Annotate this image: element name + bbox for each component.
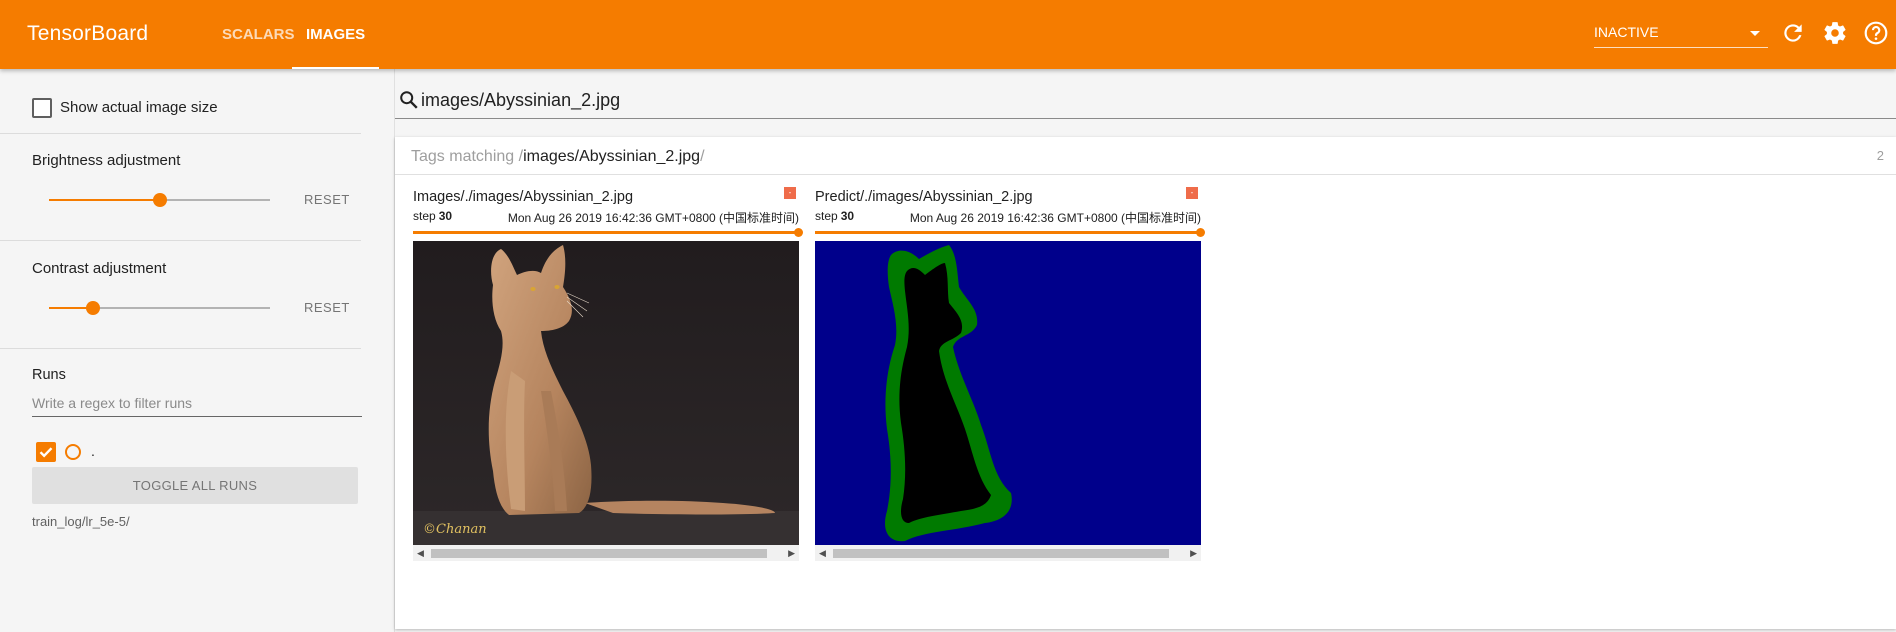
brightness-section: Brightness adjustment RESET [0, 134, 361, 241]
contrast-reset-button[interactable]: RESET [304, 300, 350, 315]
step-slider[interactable] [815, 228, 1205, 237]
scroll-right-icon[interactable]: ▶ [788, 548, 795, 559]
step-slider-knob[interactable] [794, 228, 803, 237]
tab-images[interactable]: IMAGES [292, 0, 380, 69]
step-slider-fill [413, 231, 799, 234]
brightness-slider[interactable] [49, 190, 270, 210]
contrast-label: Contrast adjustment [32, 260, 167, 277]
tag-group-card: Tags matching /images/Abyssinian_2.jpg/ … [395, 137, 1896, 629]
app-title: TensorBoard [27, 22, 149, 45]
sidebar: Show actual image size Brightness adjust… [0, 69, 395, 632]
refresh-icon[interactable] [1780, 20, 1806, 46]
step-value: 30 [840, 209, 855, 223]
image-pane-input: Images/./images/Abyssinian_2.jpg - step 3… [413, 187, 803, 561]
runs-title: Runs [32, 367, 66, 383]
help-icon[interactable] [1863, 20, 1889, 46]
pane-meta: step 30 Mon Aug 26 2019 16:42:36 GMT+0800… [815, 209, 1201, 225]
tag-filter-input[interactable] [421, 87, 1821, 113]
tag-filter [395, 81, 1896, 119]
step-label: step [413, 209, 436, 223]
svg-text:©Chanan: ©Chanan [423, 522, 487, 537]
inactive-select-value: INACTIVE [1594, 24, 1659, 40]
horizontal-scrollbar[interactable]: ◀ ▶ [413, 545, 799, 561]
pane-title: Predict/./images/Abyssinian_2.jpg [815, 189, 1033, 205]
step-slider-knob[interactable] [1196, 228, 1205, 237]
toggle-all-runs-button[interactable]: TOGGLE ALL RUNS [32, 467, 358, 504]
scroll-right-icon[interactable]: ▶ [1190, 548, 1197, 559]
scroll-left-icon[interactable]: ◀ [819, 548, 826, 559]
image-pane-predict: Predict/./images/Abyssinian_2.jpg - step… [815, 187, 1205, 561]
timestamp: Mon Aug 26 2019 16:42:36 GMT+0800 (中国标准时… [507, 211, 799, 225]
run-name: . [91, 443, 95, 459]
search-icon [400, 91, 418, 109]
pane-tag-badge[interactable]: - [784, 187, 796, 199]
card-title-query: images/Abyssinian_2.jpg [523, 148, 701, 165]
log-dir-path: train_log/lr_5e-5/ [32, 514, 130, 529]
step-slider-fill [815, 231, 1201, 234]
brightness-label: Brightness adjustment [32, 152, 181, 169]
run-checkbox[interactable] [36, 442, 56, 462]
scroll-left-icon[interactable]: ◀ [417, 548, 424, 559]
run-color-radio[interactable] [65, 444, 81, 460]
pane-title: Images/./images/Abyssinian_2.jpg [413, 189, 634, 205]
segmentation-mask-image [815, 241, 1201, 545]
top-toolbar: TensorBoard SCALARS IMAGES INACTIVE [0, 0, 1896, 69]
scrollbar-thumb[interactable] [833, 549, 1169, 558]
horizontal-scrollbar[interactable]: ◀ ▶ [815, 545, 1201, 561]
main-content: Tags matching /images/Abyssinian_2.jpg/ … [395, 69, 1896, 632]
tab-scalars[interactable]: SCALARS [222, 0, 295, 69]
settings-icon[interactable] [1822, 20, 1848, 46]
inactive-dashboards-select[interactable]: INACTIVE [1594, 20, 1768, 48]
contrast-section: Contrast adjustment RESET [0, 241, 361, 349]
pane-tag-badge[interactable]: - [1186, 187, 1198, 199]
card-title: Tags matching /images/Abyssinian_2.jpg/ [411, 148, 705, 166]
step-value: 30 [438, 209, 453, 223]
timestamp: Mon Aug 26 2019 16:42:36 GMT+0800 (中国标准时… [909, 211, 1201, 225]
brightness-fill [49, 199, 160, 201]
checkmark-icon [39, 447, 53, 458]
card-title-prefix: Tags matching / [411, 148, 524, 165]
card-header[interactable]: Tags matching /images/Abyssinian_2.jpg/ … [395, 137, 1896, 175]
step-slider[interactable] [413, 228, 803, 237]
brightness-reset-button[interactable]: RESET [304, 192, 350, 207]
display-options-section: Show actual image size [0, 69, 361, 134]
brightness-knob[interactable] [152, 193, 167, 207]
show-actual-size-label: Show actual image size [60, 99, 218, 116]
contrast-slider[interactable] [49, 298, 270, 318]
step-label: step [815, 209, 838, 223]
tag-count: 2 [1876, 148, 1884, 163]
run-filter-input[interactable] [32, 389, 362, 417]
pane-meta: step 30 Mon Aug 26 2019 16:42:36 GMT+0800… [413, 209, 799, 225]
show-actual-size-checkbox[interactable] [32, 98, 52, 118]
scrollbar-thumb[interactable] [431, 549, 767, 558]
contrast-knob[interactable] [86, 301, 101, 315]
chevron-down-icon [1750, 31, 1760, 36]
abyssinian-cat-image: ©Chanan [413, 241, 799, 545]
card-title-suffix: / [700, 148, 705, 165]
